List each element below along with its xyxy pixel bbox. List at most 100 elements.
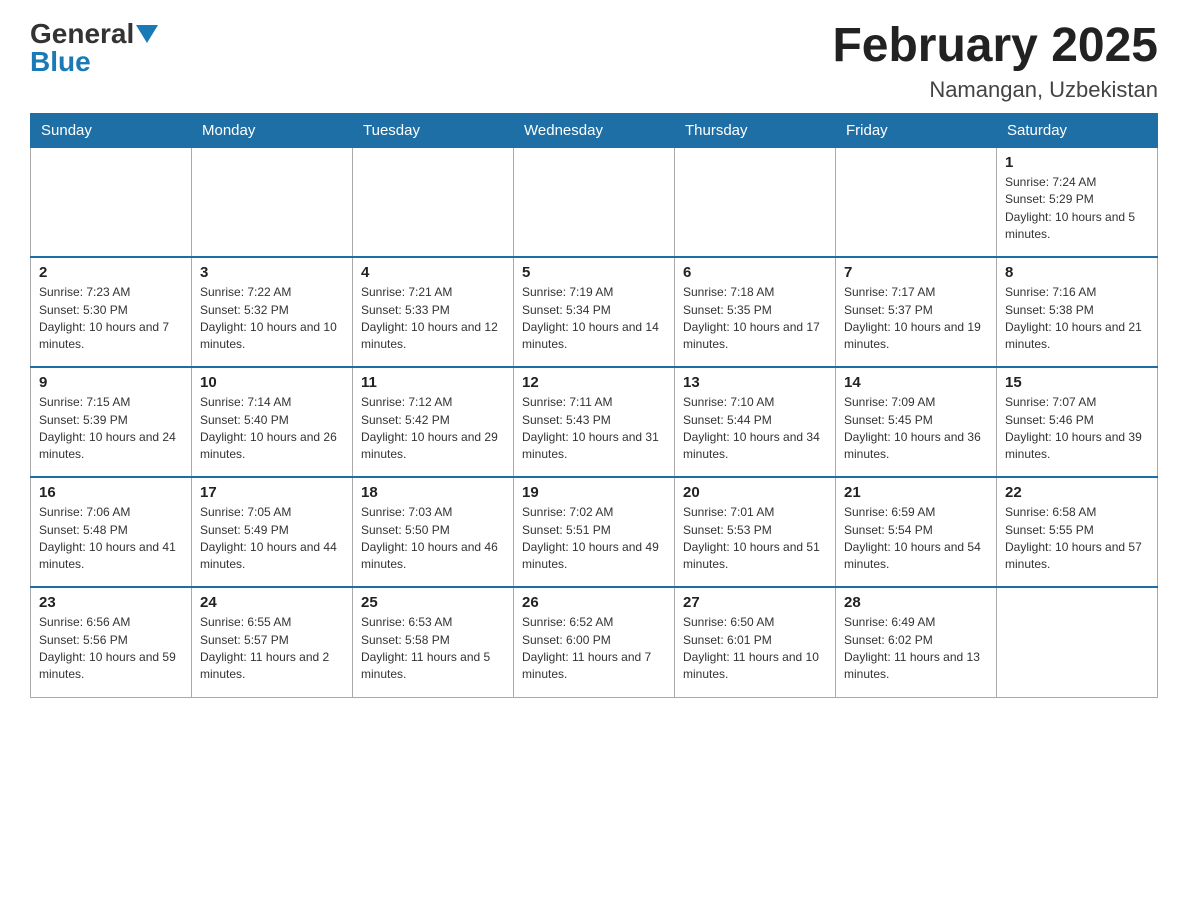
calendar-cell [675, 147, 836, 257]
calendar-week-row: 16 Sunrise: 7:06 AMSunset: 5:48 PMDayligh… [31, 477, 1158, 587]
day-number: 4 [361, 264, 505, 281]
day-number: 3 [200, 264, 344, 281]
day-info: Sunrise: 6:52 AMSunset: 6:00 PMDaylight:… [522, 614, 666, 684]
day-info: Sunrise: 6:49 AMSunset: 6:02 PMDaylight:… [844, 614, 988, 684]
col-header-thursday: Thursday [675, 113, 836, 147]
day-info: Sunrise: 7:19 AMSunset: 5:34 PMDaylight:… [522, 284, 666, 354]
calendar-cell: 15Sunrise: 7:07 AMSunset: 5:46 PMDayligh… [997, 367, 1158, 477]
calendar-cell: 10 Sunrise: 7:14 AMSunset: 5:40 PMDayligh… [192, 367, 353, 477]
day-info: Sunrise: 7:22 AMSunset: 5:32 PMDaylight:… [200, 284, 344, 354]
logo-arrow-icon [136, 25, 158, 43]
title-block: February 2025 Namangan, Uzbekistan [832, 20, 1158, 103]
day-info: Sunrise: 7:15 AMSunset: 5:39 PMDaylight:… [39, 394, 183, 464]
day-number: 13 [683, 374, 827, 391]
calendar-cell: 19 Sunrise: 7:02 AMSunset: 5:51 PMDayligh… [514, 477, 675, 587]
calendar-cell: 11 Sunrise: 7:12 AMSunset: 5:42 PMDayligh… [353, 367, 514, 477]
calendar-week-row: 1 Sunrise: 7:24 AMSunset: 5:29 PMDaylight… [31, 147, 1158, 257]
calendar-cell [997, 587, 1158, 697]
calendar-cell: 23 Sunrise: 6:56 AMSunset: 5:56 PMDayligh… [31, 587, 192, 697]
day-number: 27 [683, 594, 827, 611]
calendar-cell: 25Sunrise: 6:53 AMSunset: 5:58 PMDayligh… [353, 587, 514, 697]
col-header-sunday: Sunday [31, 113, 192, 147]
calendar-week-row: 9 Sunrise: 7:15 AMSunset: 5:39 PMDaylight… [31, 367, 1158, 477]
calendar-table: SundayMondayTuesdayWednesdayThursdayFrid… [30, 113, 1158, 698]
day-number: 9 [39, 374, 183, 391]
calendar-cell: 21Sunrise: 6:59 AMSunset: 5:54 PMDayligh… [836, 477, 997, 587]
day-info: Sunrise: 7:10 AMSunset: 5:44 PMDaylight:… [683, 394, 827, 464]
day-number: 14 [844, 374, 988, 391]
day-number: 20 [683, 484, 827, 501]
calendar-cell: 26 Sunrise: 6:52 AMSunset: 6:00 PMDayligh… [514, 587, 675, 697]
day-number: 19 [522, 484, 666, 501]
day-number: 5 [522, 264, 666, 281]
day-number: 24 [200, 594, 344, 611]
col-header-friday: Friday [836, 113, 997, 147]
day-number: 11 [361, 374, 505, 391]
day-info: Sunrise: 7:02 AMSunset: 5:51 PMDaylight:… [522, 504, 666, 574]
day-number: 1 [1005, 154, 1149, 171]
day-number: 17 [200, 484, 344, 501]
day-number: 26 [522, 594, 666, 611]
calendar-cell: 4 Sunrise: 7:21 AMSunset: 5:33 PMDaylight… [353, 257, 514, 367]
calendar-cell: 2 Sunrise: 7:23 AMSunset: 5:30 PMDaylight… [31, 257, 192, 367]
day-info: Sunrise: 7:03 AMSunset: 5:50 PMDaylight:… [361, 504, 505, 574]
day-info: Sunrise: 6:58 AMSunset: 5:55 PMDaylight:… [1005, 504, 1149, 574]
calendar-cell: 8 Sunrise: 7:16 AMSunset: 5:38 PMDaylight… [997, 257, 1158, 367]
day-number: 22 [1005, 484, 1149, 501]
day-number: 2 [39, 264, 183, 281]
day-info: Sunrise: 7:23 AMSunset: 5:30 PMDaylight:… [39, 284, 183, 354]
calendar-cell [192, 147, 353, 257]
day-info: Sunrise: 6:53 AMSunset: 5:58 PMDaylight:… [361, 614, 505, 684]
calendar-cell: 1 Sunrise: 7:24 AMSunset: 5:29 PMDaylight… [997, 147, 1158, 257]
calendar-cell: 22 Sunrise: 6:58 AMSunset: 5:55 PMDayligh… [997, 477, 1158, 587]
calendar-cell: 13 Sunrise: 7:10 AMSunset: 5:44 PMDayligh… [675, 367, 836, 477]
day-number: 28 [844, 594, 988, 611]
calendar-cell: 6 Sunrise: 7:18 AMSunset: 5:35 PMDaylight… [675, 257, 836, 367]
calendar-cell: 9 Sunrise: 7:15 AMSunset: 5:39 PMDaylight… [31, 367, 192, 477]
day-number: 6 [683, 264, 827, 281]
day-info: Sunrise: 7:21 AMSunset: 5:33 PMDaylight:… [361, 284, 505, 354]
day-info: Sunrise: 7:24 AMSunset: 5:29 PMDaylight:… [1005, 174, 1149, 244]
calendar-week-row: 23 Sunrise: 6:56 AMSunset: 5:56 PMDayligh… [31, 587, 1158, 697]
day-info: Sunrise: 7:18 AMSunset: 5:35 PMDaylight:… [683, 284, 827, 354]
calendar-cell: 17 Sunrise: 7:05 AMSunset: 5:49 PMDayligh… [192, 477, 353, 587]
day-info: Sunrise: 6:50 AMSunset: 6:01 PMDaylight:… [683, 614, 827, 684]
day-number: 23 [39, 594, 183, 611]
calendar-cell [353, 147, 514, 257]
day-info: Sunrise: 7:16 AMSunset: 5:38 PMDaylight:… [1005, 284, 1149, 354]
col-header-wednesday: Wednesday [514, 113, 675, 147]
day-number: 16 [39, 484, 183, 501]
calendar-header-row: SundayMondayTuesdayWednesdayThursdayFrid… [31, 113, 1158, 147]
calendar-cell: 3 Sunrise: 7:22 AMSunset: 5:32 PMDaylight… [192, 257, 353, 367]
calendar-cell: 28 Sunrise: 6:49 AMSunset: 6:02 PMDayligh… [836, 587, 997, 697]
col-header-tuesday: Tuesday [353, 113, 514, 147]
day-number: 12 [522, 374, 666, 391]
logo: General Blue [30, 20, 158, 76]
day-number: 15 [1005, 374, 1149, 391]
day-info: Sunrise: 7:14 AMSunset: 5:40 PMDaylight:… [200, 394, 344, 464]
page-header: General Blue February 2025 Namangan, Uzb… [30, 20, 1158, 103]
calendar-cell: 12 Sunrise: 7:11 AMSunset: 5:43 PMDayligh… [514, 367, 675, 477]
calendar-cell [514, 147, 675, 257]
day-info: Sunrise: 7:17 AMSunset: 5:37 PMDaylight:… [844, 284, 988, 354]
logo-blue: Blue [30, 46, 91, 77]
day-info: Sunrise: 7:12 AMSunset: 5:42 PMDaylight:… [361, 394, 505, 464]
day-number: 21 [844, 484, 988, 501]
day-info: Sunrise: 7:05 AMSunset: 5:49 PMDaylight:… [200, 504, 344, 574]
day-number: 10 [200, 374, 344, 391]
logo-general: General [30, 20, 134, 48]
calendar-cell: 5 Sunrise: 7:19 AMSunset: 5:34 PMDaylight… [514, 257, 675, 367]
calendar-cell: 16 Sunrise: 7:06 AMSunset: 5:48 PMDayligh… [31, 477, 192, 587]
calendar-week-row: 2 Sunrise: 7:23 AMSunset: 5:30 PMDaylight… [31, 257, 1158, 367]
day-info: Sunrise: 7:06 AMSunset: 5:48 PMDaylight:… [39, 504, 183, 574]
calendar-cell: 18 Sunrise: 7:03 AMSunset: 5:50 PMDayligh… [353, 477, 514, 587]
col-header-monday: Monday [192, 113, 353, 147]
day-info: Sunrise: 6:56 AMSunset: 5:56 PMDaylight:… [39, 614, 183, 684]
day-info: Sunrise: 6:55 AMSunset: 5:57 PMDaylight:… [200, 614, 344, 684]
day-info: Sunrise: 7:11 AMSunset: 5:43 PMDaylight:… [522, 394, 666, 464]
month-title: February 2025 [832, 20, 1158, 73]
day-number: 18 [361, 484, 505, 501]
day-number: 7 [844, 264, 988, 281]
calendar-cell [31, 147, 192, 257]
day-number: 8 [1005, 264, 1149, 281]
